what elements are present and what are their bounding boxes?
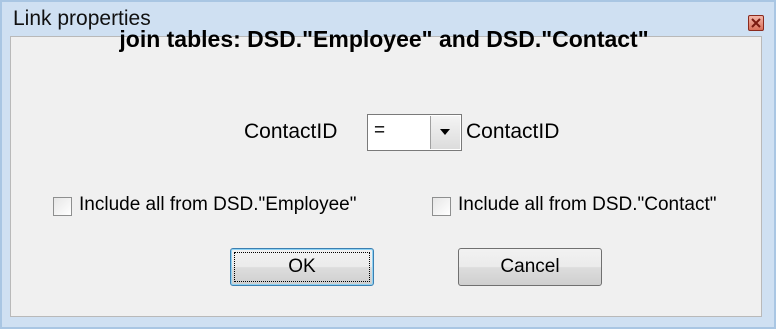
include-right-checkbox[interactable] xyxy=(432,197,451,216)
include-left-checkbox[interactable] xyxy=(53,197,72,216)
include-right-label[interactable]: Include all from DSD."Contact" xyxy=(458,194,716,216)
join-condition-row: ContactID = ContactID xyxy=(0,114,776,152)
cancel-button-label: Cancel xyxy=(500,256,560,277)
left-field-label: ContactID xyxy=(244,120,338,143)
ok-button[interactable]: OK xyxy=(230,248,374,286)
cancel-button[interactable]: Cancel xyxy=(458,248,602,286)
focus-rectangle xyxy=(234,252,370,282)
join-heading: join tables: DSD."Employee" and DSD."Con… xyxy=(119,26,649,52)
operator-value: = xyxy=(374,120,386,141)
include-left-label[interactable]: Include all from DSD."Employee" xyxy=(79,194,357,216)
right-field-label: ContactID xyxy=(466,120,560,143)
operator-dropdown-button[interactable] xyxy=(430,116,460,149)
operator-select[interactable]: = xyxy=(367,114,462,151)
chevron-down-icon xyxy=(440,129,450,135)
dialog-body xyxy=(10,36,762,317)
